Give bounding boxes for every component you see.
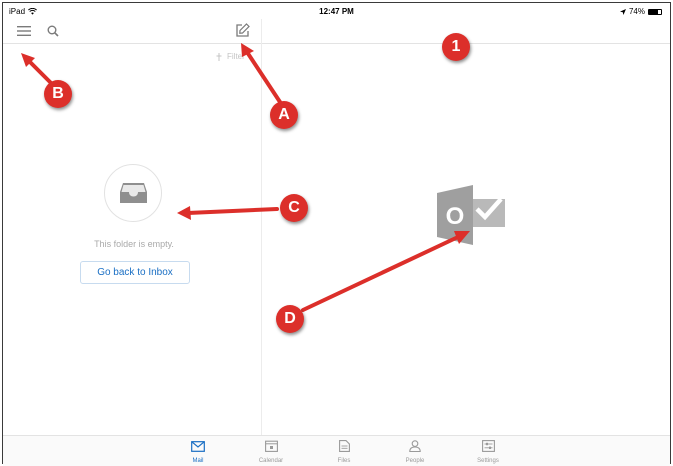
annotation-arrows (21, 43, 470, 312)
arrow-c (186, 207, 279, 215)
callout-d: D (276, 305, 304, 333)
arrow-a (245, 50, 282, 104)
callout-c: C (280, 194, 308, 222)
callout-b: B (44, 80, 72, 108)
callout-1: 1 (442, 33, 470, 61)
callout-a: A (270, 101, 298, 129)
arrow-c-head (177, 206, 191, 220)
arrow-d (301, 235, 460, 312)
arrow-b (27, 59, 54, 86)
